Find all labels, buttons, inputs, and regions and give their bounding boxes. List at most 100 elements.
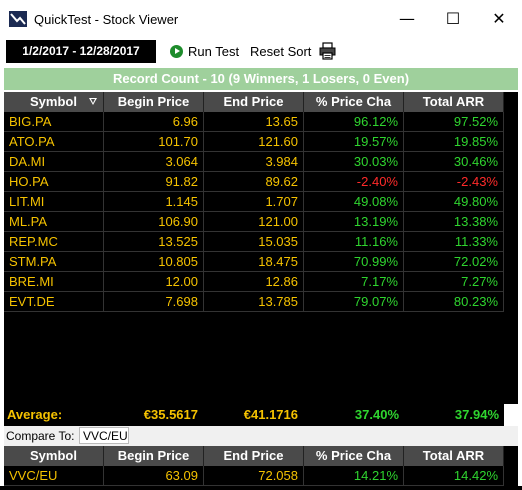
symbol-cell: STM.PA <box>4 252 104 272</box>
begin-price-cell: 7.698 <box>104 292 204 312</box>
price-change-cell: 70.99% <box>304 252 404 272</box>
compare-arr-cell: 14.42% <box>404 466 504 486</box>
table-row[interactable]: BIG.PA 6.96 13.65 96.12% 97.52% <box>4 112 504 132</box>
compare-header-begin-price[interactable]: Begin Price <box>104 446 204 466</box>
total-arr-cell: 30.46% <box>404 152 504 172</box>
window-title: QuickTest - Stock Viewer <box>34 12 179 27</box>
begin-price-cell: 106.90 <box>104 212 204 232</box>
compare-end-cell: 72.058 <box>204 466 304 486</box>
minimize-button[interactable]: — <box>384 0 430 38</box>
total-arr-cell: 11.33% <box>404 232 504 252</box>
column-header-end-price[interactable]: End Price <box>204 92 304 112</box>
compare-pct-cell: 14.21% <box>304 466 404 486</box>
compare-grid: Symbol Begin Price End Price % Price Cha… <box>4 446 518 486</box>
table-row[interactable]: ATO.PA 101.70 121.60 19.57% 19.85% <box>4 132 504 152</box>
begin-price-cell: 12.00 <box>104 272 204 292</box>
run-test-button[interactable]: Run Test <box>170 43 239 61</box>
title-bar: QuickTest - Stock Viewer — ☐ ✕ <box>0 0 522 38</box>
average-label: Average: <box>7 407 63 422</box>
compare-header-total-arr[interactable]: Total ARR <box>404 446 504 466</box>
average-begin-price: €35.5617 <box>143 407 198 422</box>
end-price-cell: 18.475 <box>204 252 304 272</box>
column-header-price-change[interactable]: % Price Cha <box>304 92 404 112</box>
end-price-cell: 13.65 <box>204 112 304 132</box>
begin-price-cell: 13.525 <box>104 232 204 252</box>
symbol-cell: REP.MC <box>4 232 104 252</box>
total-arr-cell: 19.85% <box>404 132 504 152</box>
compare-begin-cell: 63.09 <box>104 466 204 486</box>
begin-price-cell: 1.145 <box>104 192 204 212</box>
end-price-cell: 13.785 <box>204 292 304 312</box>
compare-symbol-input[interactable]: VVC/EU <box>79 427 129 444</box>
price-change-cell: 7.17% <box>304 272 404 292</box>
symbol-cell: BIG.PA <box>4 112 104 132</box>
begin-price-cell: 3.064 <box>104 152 204 172</box>
table-row[interactable]: ML.PA 106.90 121.00 13.19% 13.38% <box>4 212 504 232</box>
end-price-cell: 121.60 <box>204 132 304 152</box>
compare-header-price-change[interactable]: % Price Cha <box>304 446 404 466</box>
price-change-cell: 19.57% <box>304 132 404 152</box>
column-header-symbol[interactable]: Symbol <box>4 92 104 112</box>
symbol-cell: HO.PA <box>4 172 104 192</box>
sort-filter-icon[interactable] <box>89 98 97 105</box>
price-change-cell: 49.08% <box>304 192 404 212</box>
compare-bar: Compare To: VVC/EU <box>4 426 518 446</box>
begin-price-cell: 101.70 <box>104 132 204 152</box>
symbol-cell: BRE.MI <box>4 272 104 292</box>
price-change-cell: -2.40% <box>304 172 404 192</box>
total-arr-cell: 80.23% <box>404 292 504 312</box>
maximize-button[interactable]: ☐ <box>430 0 476 38</box>
average-total-arr: 37.94% <box>454 407 499 422</box>
printer-icon[interactable] <box>318 42 338 60</box>
symbol-cell: EVT.DE <box>4 292 104 312</box>
reset-sort-button[interactable]: Reset Sort <box>250 43 311 61</box>
price-change-cell: 13.19% <box>304 212 404 232</box>
play-icon <box>170 45 183 58</box>
column-header-total-arr[interactable]: Total ARR <box>404 92 504 112</box>
price-change-cell: 11.16% <box>304 232 404 252</box>
begin-price-cell: 6.96 <box>104 112 204 132</box>
total-arr-cell: 97.52% <box>404 112 504 132</box>
total-arr-cell: 72.02% <box>404 252 504 272</box>
end-price-cell: 89.62 <box>204 172 304 192</box>
table-row[interactable]: REP.MC 13.525 15.035 11.16% 11.33% <box>4 232 504 252</box>
total-arr-cell: 7.27% <box>404 272 504 292</box>
app-icon <box>9 11 27 27</box>
begin-price-cell: 10.805 <box>104 252 204 272</box>
symbol-cell: LIT.MI <box>4 192 104 212</box>
total-arr-cell: 13.38% <box>404 212 504 232</box>
table-row[interactable]: BRE.MI 12.00 12.86 7.17% 7.27% <box>4 272 504 292</box>
compare-label: Compare To: <box>6 429 75 443</box>
date-range-selector[interactable]: 1/2/2017 - 12/28/2017 <box>6 40 156 63</box>
average-end-price: €41.1716 <box>243 407 298 422</box>
price-change-cell: 96.12% <box>304 112 404 132</box>
price-change-cell: 79.07% <box>304 292 404 312</box>
compare-table-row[interactable]: VVC/EU 63.09 72.058 14.21% 14.42% <box>4 466 504 486</box>
end-price-cell: 121.00 <box>204 212 304 232</box>
table-row[interactable]: STM.PA 10.805 18.475 70.99% 72.02% <box>4 252 504 272</box>
compare-symbol-cell: VVC/EU <box>4 466 104 486</box>
compare-header-symbol[interactable]: Symbol <box>4 446 104 466</box>
average-row: Average: €35.5617 €41.1716 37.40% 37.94% <box>4 404 518 426</box>
record-count-bar: Record Count - 10 (9 Winners, 1 Losers, … <box>4 68 518 90</box>
column-header-begin-price[interactable]: Begin Price <box>104 92 204 112</box>
toolbar: 1/2/2017 - 12/28/2017 Run Test Reset Sor… <box>0 38 522 66</box>
table-row[interactable]: LIT.MI 1.145 1.707 49.08% 49.80% <box>4 192 504 212</box>
horizontal-scrollbar[interactable] <box>0 486 522 490</box>
symbol-cell: ML.PA <box>4 212 104 232</box>
end-price-cell: 12.86 <box>204 272 304 292</box>
begin-price-cell: 91.82 <box>104 172 204 192</box>
total-arr-cell: 49.80% <box>404 192 504 212</box>
close-button[interactable]: ✕ <box>476 0 522 38</box>
column-header-label: Symbol <box>30 94 77 109</box>
run-test-label: Run Test <box>188 44 240 59</box>
table-row[interactable]: DA.MI 3.064 3.984 30.03% 30.46% <box>4 152 504 172</box>
table-row[interactable]: EVT.DE 7.698 13.785 79.07% 80.23% <box>4 292 504 312</box>
average-price-change: 37.40% <box>354 407 399 422</box>
symbol-cell: ATO.PA <box>4 132 104 152</box>
scrollbar-corner <box>504 404 518 426</box>
compare-header-end-price[interactable]: End Price <box>204 446 304 466</box>
end-price-cell: 3.984 <box>204 152 304 172</box>
table-row[interactable]: HO.PA 91.82 89.62 -2.40% -2.43% <box>4 172 504 192</box>
end-price-cell: 1.707 <box>204 192 304 212</box>
